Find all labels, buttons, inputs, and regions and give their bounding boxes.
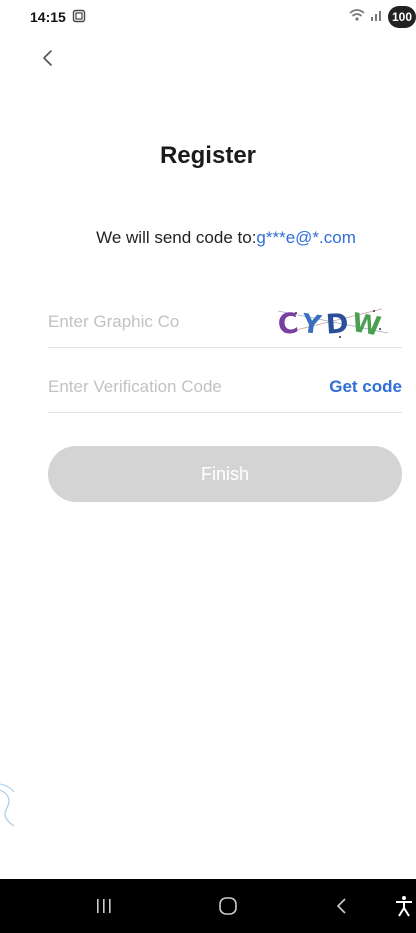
- nav-back-button[interactable]: [318, 879, 366, 933]
- page-title: Register: [159, 142, 257, 169]
- captcha-image[interactable]: C Y D W: [270, 299, 394, 343]
- svg-text:C: C: [276, 306, 300, 341]
- svg-text:D: D: [325, 308, 350, 340]
- status-left: 14:15: [30, 9, 86, 26]
- send-code-prefix: We will send code to:: [96, 228, 257, 247]
- register-screen: 14:15 100 Register We will send code to:…: [0, 0, 416, 933]
- send-code-info: We will send code to:g***e@*.com: [0, 228, 416, 248]
- system-navigation-bar: [0, 879, 416, 933]
- finish-button[interactable]: Finish: [48, 446, 402, 502]
- decorative-curve: [0, 770, 20, 835]
- svg-text:W: W: [350, 308, 383, 343]
- recent-apps-icon: [97, 899, 111, 913]
- wifi-icon: [348, 8, 366, 27]
- signal-icon: [370, 8, 384, 27]
- accessibility-button[interactable]: [392, 879, 416, 933]
- home-icon: [219, 897, 237, 915]
- graphic-code-input[interactable]: [48, 312, 218, 332]
- masked-email: g***e@*.com: [256, 228, 356, 247]
- nav-back-icon: [336, 898, 346, 914]
- status-right: 100: [348, 6, 416, 28]
- get-code-button[interactable]: Get code: [329, 377, 402, 397]
- verification-code-input[interactable]: [48, 377, 330, 397]
- screenshot-notification-icon: [72, 9, 86, 26]
- svg-text:Y: Y: [299, 309, 324, 342]
- status-time: 14:15: [30, 9, 66, 25]
- verification-code-row: Get code: [48, 362, 402, 413]
- chevron-left-icon: [43, 50, 52, 66]
- graphic-code-row: C Y D W: [48, 297, 402, 348]
- recent-apps-button[interactable]: [80, 879, 128, 933]
- back-button[interactable]: [36, 46, 60, 70]
- status-bar: 14:15 100: [0, 0, 416, 34]
- home-button[interactable]: [204, 879, 252, 933]
- accessibility-icon: [396, 896, 412, 917]
- battery-indicator: 100: [388, 6, 416, 28]
